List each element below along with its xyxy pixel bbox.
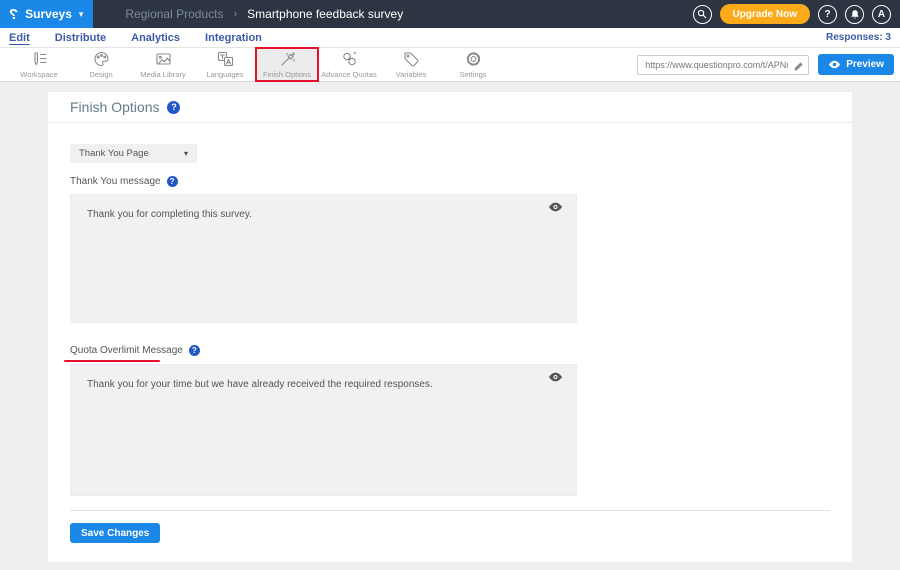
toolbar-item-languages[interactable]: Languages (194, 48, 256, 81)
toolbar-item-design[interactable]: Design (70, 48, 132, 81)
notifications-button[interactable] (845, 5, 864, 24)
footer-divider (70, 510, 830, 511)
top-bar: ? Surveys ▾ Regional Products › Smartpho… (0, 0, 900, 28)
eye-icon (548, 202, 563, 212)
upgrade-now-button[interactable]: Upgrade Now (720, 4, 810, 24)
toolbar-item-label: Settings (459, 70, 486, 79)
survey-url-input[interactable] (637, 55, 809, 75)
eye-icon (548, 372, 563, 382)
search-button[interactable] (693, 5, 712, 24)
tab-edit[interactable]: Edit (9, 29, 30, 47)
quota-overlimit-text: Thank you for your time but we have alre… (87, 379, 433, 390)
topbar-actions: Upgrade Now ? A (693, 4, 900, 24)
quota-overlimit-editor[interactable]: Thank you for your time but we have alre… (70, 364, 577, 496)
surveys-menu[interactable]: ? Surveys ▾ (0, 0, 93, 28)
preview-button-label: Preview (846, 59, 884, 70)
quota-overlimit-help-icon[interactable]: ? (189, 345, 200, 356)
finish-action-dropdown[interactable]: Thank You Page ▾ (70, 144, 197, 163)
question-mark-icon: ? (824, 9, 830, 20)
thank-you-message-editor[interactable]: Thank you for completing this survey. (70, 194, 577, 323)
tab-distribute[interactable]: Distribute (55, 29, 106, 47)
thank-you-preview-toggle[interactable] (548, 202, 563, 212)
toolbar-item-finish-options[interactable]: Finish Options (256, 48, 318, 81)
toolbar-item-settings[interactable]: Settings (442, 48, 504, 81)
chevron-down-icon: ▾ (79, 9, 84, 20)
thank-you-message-label: Thank You message (70, 176, 161, 187)
bell-icon (850, 9, 860, 20)
finish-options-panel: Finish Options ? Thank You Page ▾ Thank … (48, 92, 852, 562)
toolbar-item-workspace[interactable]: Workspace (8, 48, 70, 81)
thank-you-message-text: Thank you for completing this survey. (87, 209, 252, 220)
survey-nav-tabs: Edit Distribute Analytics Integration Re… (0, 28, 900, 48)
workspace-icon (31, 51, 48, 67)
gear-icon (465, 51, 482, 67)
search-icon (697, 9, 707, 19)
quota-overlimit-label-row: Quota Overlimit Message ? (70, 345, 200, 356)
chevron-down-icon: ▾ (184, 149, 188, 158)
finish-options-help-icon[interactable]: ? (167, 101, 180, 114)
preview-button[interactable]: Preview (818, 54, 894, 75)
page-title: Finish Options (70, 99, 159, 115)
toolbar-item-label: Finish Options (263, 70, 311, 79)
toolbar-item-label: Workspace (20, 70, 57, 79)
eye-icon (828, 60, 841, 69)
thank-you-help-icon[interactable]: ? (167, 176, 178, 187)
help-button[interactable]: ? (818, 5, 837, 24)
avatar[interactable]: A (872, 5, 891, 24)
media-library-icon (155, 51, 172, 67)
dropdown-selected-value: Thank You Page (79, 148, 149, 159)
annotation-red-underline (64, 360, 160, 362)
toolbar-item-label: Languages (206, 70, 243, 79)
edit-toolbar: Workspace Design Media Library Languages… (0, 48, 900, 82)
toolbar-right-group: Preview (637, 48, 900, 81)
toolbar-item-label: Design (89, 70, 112, 79)
toolbar-item-media-library[interactable]: Media Library (132, 48, 194, 81)
tab-integration[interactable]: Integration (205, 29, 262, 47)
toolbar-item-advance-quotas[interactable]: Advance Quotas (318, 48, 380, 81)
pencil-icon (793, 61, 804, 72)
magic-wand-icon (279, 51, 296, 67)
responses-count-link[interactable]: Responses: 3 (826, 32, 891, 43)
breadcrumb-folder[interactable]: Regional Products (125, 7, 223, 21)
breadcrumb-separator: › (233, 8, 237, 20)
quota-overlimit-label: Quota Overlimit Message (70, 345, 183, 356)
languages-icon (217, 51, 234, 67)
toolbar-item-variables[interactable]: Variables (380, 48, 442, 81)
toolbar-item-label: Media Library (140, 70, 185, 79)
breadcrumb: Regional Products › Smartphone feedback … (125, 7, 403, 21)
tag-icon (403, 51, 420, 67)
survey-url-wrap (637, 55, 809, 75)
breadcrumb-survey-name: Smartphone feedback survey (247, 7, 403, 21)
tab-analytics[interactable]: Analytics (131, 29, 180, 47)
quota-preview-toggle[interactable] (548, 372, 563, 382)
avatar-initial: A (878, 9, 885, 20)
design-icon (93, 51, 110, 67)
thank-you-message-label-row: Thank You message ? (70, 176, 178, 187)
chain-link-icon (341, 51, 358, 67)
surveys-menu-label: Surveys (25, 7, 72, 21)
questionpro-logo-icon: ? (9, 6, 18, 23)
panel-header: Finish Options ? (48, 92, 852, 123)
edit-url-button[interactable] (793, 59, 804, 77)
toolbar-item-label: Advance Quotas (321, 70, 376, 79)
toolbar-item-label: Variables (396, 70, 427, 79)
save-changes-button[interactable]: Save Changes (70, 523, 160, 543)
